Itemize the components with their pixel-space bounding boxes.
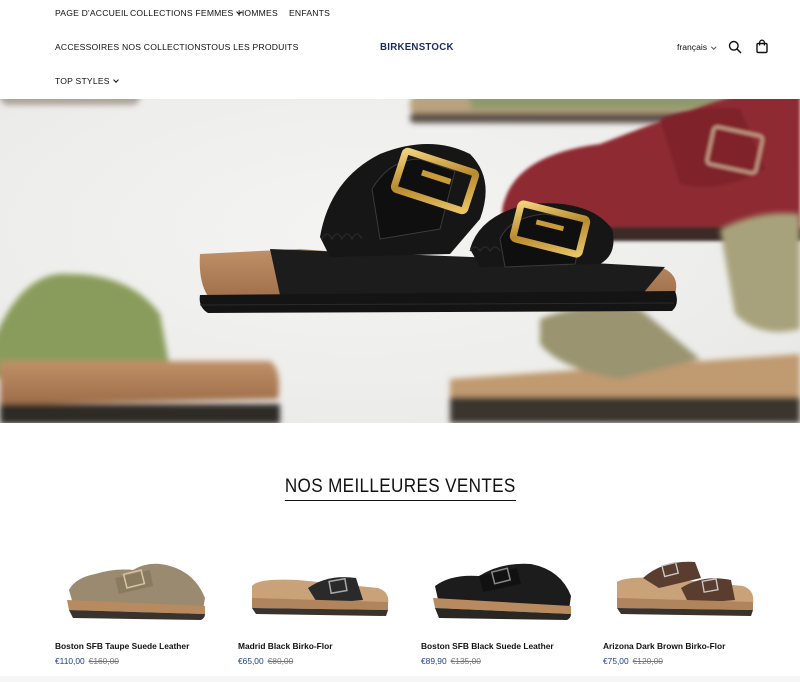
product-image[interactable] <box>55 548 215 628</box>
product-price: €89,90 €135,00 <box>421 656 481 667</box>
product-name[interactable]: Boston SFB Taupe Suede Leather <box>55 641 189 652</box>
current-price: €75,00 <box>603 656 629 666</box>
hero-banner[interactable] <box>0 99 800 423</box>
nav-top-styles-label: TOP STYLES <box>55 76 110 86</box>
product-image[interactable] <box>421 548 581 628</box>
nav-page-accueil[interactable]: PAGE D'ACCUEIL <box>55 7 129 19</box>
chevron-down-icon <box>711 43 717 49</box>
product-price: €75,00 €120,00 <box>603 656 663 667</box>
old-price: €80,00 <box>267 656 294 666</box>
hero-sandals-image <box>0 99 800 423</box>
site-header: PAGE D'ACCUEIL COLLECTIONS FEMMES HOMMES… <box>0 0 800 99</box>
old-price: €160,00 <box>88 656 119 666</box>
search-icon[interactable] <box>728 40 744 56</box>
product-card[interactable]: Madrid Black Birko-Flor €65,00 €80,00 <box>238 548 398 678</box>
nav-collections-femmes[interactable]: COLLECTIONS FEMMES <box>130 7 243 19</box>
nav-accessoires[interactable]: ACCESSOIRES <box>55 41 119 53</box>
bestsellers-heading: NOS MEILLEURES VENTES <box>0 476 800 501</box>
nav-hommes[interactable]: HOMMES <box>238 7 278 19</box>
product-card[interactable]: Boston SFB Black Suede Leather €89,90 €13… <box>421 548 581 678</box>
product-image[interactable] <box>238 548 398 628</box>
language-label: français <box>677 42 708 52</box>
language-selector[interactable]: français <box>677 41 717 53</box>
current-price: €89,90 <box>421 656 447 666</box>
brand-logo[interactable]: BIRKENSTOCK <box>380 41 454 53</box>
product-card[interactable]: Boston SFB Taupe Suede Leather €110,00 €1… <box>55 548 215 678</box>
bestsellers-title: NOS MEILLEURES VENTES <box>284 476 516 501</box>
nav-top-styles[interactable]: TOP STYLES <box>55 75 119 87</box>
current-price: €110,00 <box>55 656 85 666</box>
chevron-down-icon <box>112 77 119 83</box>
old-price: €120,00 <box>632 656 663 666</box>
page-bottom-band <box>0 676 800 682</box>
product-card[interactable]: Arizona Dark Brown Birko-Flor €75,00 €120… <box>603 548 763 678</box>
nav-enfants[interactable]: ENFANTS <box>289 7 330 19</box>
product-price: €110,00 €160,00 <box>55 656 119 667</box>
product-name[interactable]: Madrid Black Birko-Flor <box>238 641 332 652</box>
current-price: €65,00 <box>238 656 264 666</box>
nav-nos-collections[interactable]: NOS COLLECTIONS <box>122 41 207 53</box>
shopping-bag-icon[interactable] <box>755 39 771 55</box>
product-name[interactable]: Boston SFB Black Suede Leather <box>421 641 554 652</box>
product-price: €65,00 €80,00 <box>238 656 293 667</box>
product-image[interactable] <box>603 548 763 628</box>
product-name[interactable]: Arizona Dark Brown Birko-Flor <box>603 641 725 652</box>
old-price: €135,00 <box>450 656 481 666</box>
nav-collections-femmes-label: COLLECTIONS FEMMES <box>130 8 234 18</box>
nav-tous-les-produits[interactable]: TOUS LES PRODUITS <box>206 41 299 53</box>
